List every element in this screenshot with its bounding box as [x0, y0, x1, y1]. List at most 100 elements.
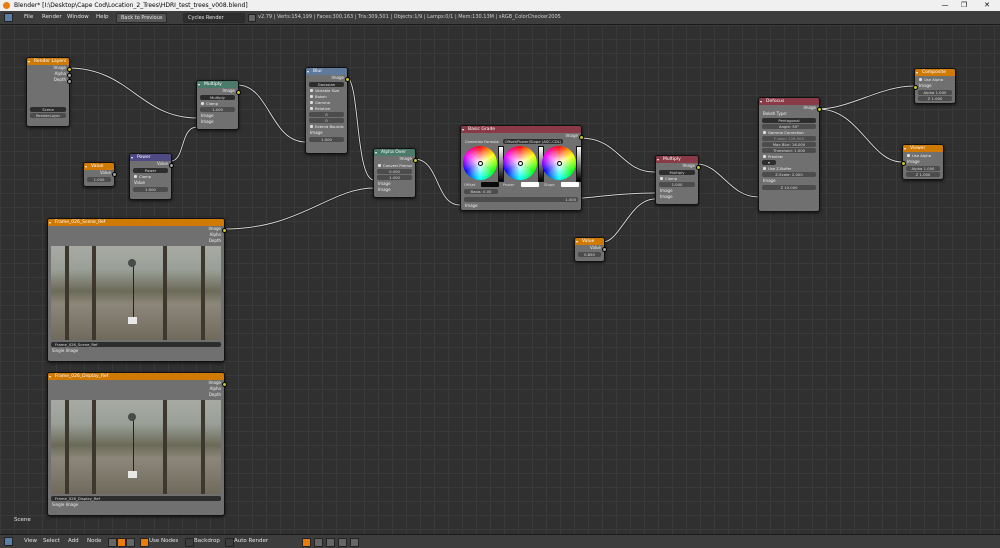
layer-selector[interactable]: RenderLayer	[30, 113, 66, 118]
composite-node[interactable]: Composite Use Alpha Image Alpha 1.000 Z …	[913, 68, 956, 104]
fac-field[interactable]: 1.000	[464, 197, 578, 202]
socket-image-in[interactable]	[913, 85, 918, 90]
minimize-button[interactable]: —	[938, 1, 952, 10]
size-field[interactable]: 1.000	[309, 137, 344, 142]
slope-swatch[interactable]	[561, 182, 579, 187]
value-node-2[interactable]: Value Value 0.850	[574, 237, 607, 262]
x-field[interactable]: 0	[309, 112, 344, 117]
mix-multiply-node-2[interactable]: Multiply Image Multiply Clamp 1.000 Imag…	[655, 155, 701, 205]
menu-help[interactable]: Help	[96, 14, 109, 20]
offset-picker-dot[interactable]	[478, 161, 483, 166]
fac-field[interactable]: 1.000	[659, 182, 695, 187]
editor-type-icon[interactable]	[4, 13, 13, 22]
alpha-over-node[interactable]: Alpha Over Image Convert Premul 0.000 1.…	[373, 148, 418, 198]
render-engine-select[interactable]: Cycles Render	[183, 13, 245, 23]
paste-icon[interactable]	[338, 538, 347, 547]
fac-field[interactable]: 1.000	[200, 107, 235, 112]
correction-formula-select[interactable]: Offset/Power/Slope (ASC-CDL)	[503, 139, 563, 144]
scene-selector[interactable]: ▾	[762, 160, 776, 165]
bokeh-checkbox[interactable]: Bokeh	[309, 94, 344, 99]
blend-mode-select[interactable]: Multiply	[200, 95, 235, 100]
power-picker-dot[interactable]	[518, 161, 523, 166]
power-color-wheel[interactable]	[503, 146, 537, 180]
extend-bounds-checkbox[interactable]: Extend Bounds	[309, 124, 344, 129]
menu-node[interactable]: Node	[87, 538, 101, 544]
image-node-display-ref[interactable]: Frame_026_Display_Ref Image Alpha Depth …	[47, 372, 227, 516]
clamp-checkbox[interactable]: Clamp	[133, 174, 168, 179]
image-file-selector[interactable]: Frame_026_Scene_Ref	[51, 342, 221, 347]
offset-color-wheel[interactable]	[463, 146, 497, 180]
power-swatch[interactable]	[521, 182, 539, 187]
socket-depth[interactable]	[67, 79, 72, 84]
use-alpha-checkbox[interactable]: Use Alpha	[906, 153, 940, 158]
alpha-field[interactable]: Alpha 1.000	[906, 166, 940, 171]
preview-checkbox[interactable]: Preview	[762, 154, 816, 159]
z-field[interactable]: Z 1.000	[918, 96, 952, 101]
convert-premul-checkbox[interactable]: Convert Premul	[377, 163, 412, 168]
variable-size-checkbox[interactable]: Variable Size	[309, 88, 344, 93]
use-nodes-checkbox[interactable]	[140, 538, 149, 547]
menu-render[interactable]: Render	[42, 14, 62, 20]
socket-image-out[interactable]	[413, 158, 418, 163]
max-blur-field[interactable]: Max Blur: 16.000	[762, 142, 816, 147]
snap-icon[interactable]	[302, 538, 311, 547]
slope-color-wheel[interactable]	[542, 146, 576, 180]
color-balance-node[interactable]: Basic Grade Image Correction Formula: Of…	[460, 125, 584, 211]
snap-element-icon[interactable]	[314, 538, 323, 547]
scene-selector[interactable]: Scene	[30, 107, 66, 112]
socket-image-out[interactable]	[222, 382, 227, 387]
auto-render-checkbox[interactable]	[225, 538, 234, 547]
blend-mode-select[interactable]: Multiply	[659, 170, 695, 175]
basis-field[interactable]: Basis: 0.00	[464, 189, 498, 194]
node-editor[interactable]: Render Layers Image Alpha Depth Scene Re…	[0, 25, 1000, 534]
premul-field[interactable]: 0.000	[377, 169, 412, 174]
slope-picker-dot[interactable]	[557, 161, 562, 166]
angle-field[interactable]: Angle: 50°	[762, 124, 816, 129]
menu-window[interactable]: Window	[67, 14, 89, 20]
value-node[interactable]: Value Value 1.000	[83, 162, 117, 187]
back-to-previous-button[interactable]: Back to Previous	[116, 13, 168, 23]
socket-image-out[interactable]	[236, 90, 241, 95]
z-field[interactable]: Z 1.000	[906, 172, 940, 177]
alpha-field[interactable]: Alpha 1.000	[918, 90, 952, 95]
socket-image-in[interactable]	[901, 161, 906, 166]
use-zbuffer-checkbox[interactable]: Use Z-Buffer	[762, 166, 816, 171]
relative-checkbox[interactable]: Relative	[309, 106, 344, 111]
socket-image-out[interactable]	[817, 107, 822, 112]
clamp-checkbox[interactable]: Clamp	[200, 101, 235, 106]
z-scale-field[interactable]: Z-Scale: 2.000	[762, 172, 816, 177]
gamma-correction-checkbox[interactable]: Gamma Correction	[762, 130, 816, 135]
socket-alpha[interactable]	[67, 73, 72, 78]
offset-swatch[interactable]	[481, 182, 499, 187]
defocus-node[interactable]: Defocus Image Bokeh Type: Pentagonal Ang…	[758, 97, 822, 212]
clamp-checkbox[interactable]: Clamp	[659, 176, 695, 181]
value-field[interactable]: 1.000	[87, 177, 111, 182]
compositing-tree-icon[interactable]	[117, 538, 126, 547]
gamma-checkbox[interactable]: Gamma	[309, 100, 344, 105]
copy-icon[interactable]	[326, 538, 335, 547]
z-field[interactable]: Z 10.000	[762, 185, 816, 190]
menu-view[interactable]: View	[24, 538, 37, 544]
backdrop-checkbox[interactable]	[185, 538, 194, 547]
close-button[interactable]: ✕	[980, 1, 994, 10]
power-math-node[interactable]: Power Value Power Clamp Value 1.000	[129, 153, 174, 200]
viewer-node[interactable]: Viewer Use Alpha Image Alpha 1.000 Z 1.0…	[901, 144, 944, 180]
filter-type-select[interactable]: Gaussian	[309, 82, 344, 87]
render-layers-node[interactable]: Render Layers Image Alpha Depth Scene Re…	[26, 57, 72, 127]
image-node-scene-ref[interactable]: Frame_026_Scene_Ref Image Alpha Depth Fr…	[47, 218, 227, 362]
bokeh-type-select[interactable]: Pentagonal	[762, 118, 816, 123]
slope-value-slider[interactable]	[576, 146, 582, 182]
blur-node[interactable]: Blur Image Gaussian Variable Size Bokeh …	[305, 67, 350, 154]
value-field[interactable]: 0.850	[578, 252, 601, 257]
maximize-button[interactable]: ❐	[957, 1, 971, 10]
texture-tree-icon[interactable]	[126, 538, 135, 547]
socket-image-out[interactable]	[345, 77, 350, 82]
y-field[interactable]: 0	[309, 118, 344, 123]
socket-image[interactable]	[67, 67, 72, 72]
fac-field[interactable]: 1.000	[377, 175, 412, 180]
mix-multiply-node[interactable]: Multiply Image Multiply Clamp 1.000 Imag…	[196, 80, 241, 130]
socket-image-out[interactable]	[222, 228, 227, 233]
socket-image-out[interactable]	[696, 165, 701, 170]
use-alpha-checkbox[interactable]: Use Alpha	[918, 77, 952, 82]
fstop-field[interactable]: F-stop: 128.000	[762, 136, 816, 141]
